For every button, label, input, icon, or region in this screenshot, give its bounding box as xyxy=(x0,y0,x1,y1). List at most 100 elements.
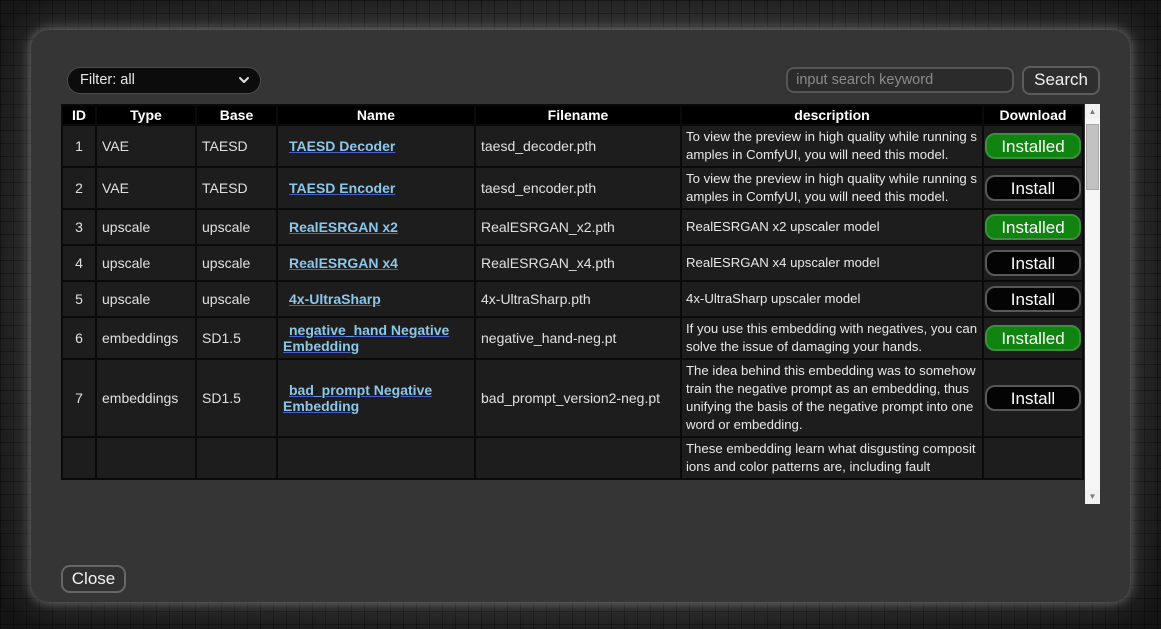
cell-id: 1 xyxy=(63,126,95,166)
table-row: These embedding learn what disgusting co… xyxy=(63,438,1082,478)
model-table-viewport: ID Type Base Name Filename description D… xyxy=(61,104,1085,504)
cell-download: Installed xyxy=(984,318,1082,358)
scrollbar[interactable]: ▲ ▼ xyxy=(1085,104,1100,504)
toolbar: Filter: all Search xyxy=(61,66,1100,94)
cell-download: Installed xyxy=(984,210,1082,244)
cell-id: 5 xyxy=(63,282,95,316)
scrollbar-up-button[interactable]: ▲ xyxy=(1085,104,1100,119)
column-header-base: Base xyxy=(197,106,276,124)
column-header-id: ID xyxy=(63,106,95,124)
cell-filename xyxy=(476,438,680,478)
column-header-type: Type xyxy=(97,106,195,124)
model-name-link[interactable]: RealESRGAN x4 xyxy=(283,255,398,271)
cell-base: upscale xyxy=(197,246,276,280)
cell-filename: 4x-UltraSharp.pth xyxy=(476,282,680,316)
column-header-filename: Filename xyxy=(476,106,680,124)
cell-description: These embedding learn what disgusting co… xyxy=(682,438,982,478)
cell-id: 3 xyxy=(63,210,95,244)
cell-type: upscale xyxy=(97,282,195,316)
model-name-link[interactable]: TAESD Encoder xyxy=(283,180,395,196)
cell-id: 7 xyxy=(63,360,95,436)
close-button[interactable]: Close xyxy=(61,565,126,593)
cell-filename: RealESRGAN_x4.pth xyxy=(476,246,680,280)
table-zone: ID Type Base Name Filename description D… xyxy=(61,104,1100,504)
cell-name: 4x-UltraSharp xyxy=(278,282,474,316)
cell-filename: negative_hand-neg.pt xyxy=(476,318,680,358)
cell-filename: RealESRGAN_x2.pth xyxy=(476,210,680,244)
cell-description: If you use this embedding with negatives… xyxy=(682,318,982,358)
install-button[interactable]: Install xyxy=(985,250,1081,276)
model-manager-dialog: Filter: all Search ID Type Base xyxy=(31,30,1130,602)
cell-name: bad_prompt Negative Embedding xyxy=(278,360,474,436)
column-header-description: description xyxy=(682,106,982,124)
model-name-link[interactable]: RealESRGAN x2 xyxy=(283,219,398,235)
cell-download: Install xyxy=(984,360,1082,436)
table-row: 2 VAE TAESD TAESD Encoder taesd_encoder.… xyxy=(63,168,1082,208)
cell-name: TAESD Encoder xyxy=(278,168,474,208)
table-row: 5 upscale upscale 4x-UltraSharp 4x-Ultra… xyxy=(63,282,1082,316)
cell-base: SD1.5 xyxy=(197,360,276,436)
cell-id: 2 xyxy=(63,168,95,208)
cell-base xyxy=(197,438,276,478)
cell-type: embeddings xyxy=(97,360,195,436)
cell-filename: taesd_decoder.pth xyxy=(476,126,680,166)
table-row: 4 upscale upscale RealESRGAN x4 RealESRG… xyxy=(63,246,1082,280)
cell-id: 4 xyxy=(63,246,95,280)
cell-type: upscale xyxy=(97,210,195,244)
search-button[interactable]: Search xyxy=(1022,66,1100,95)
install-button[interactable]: Install xyxy=(985,385,1081,411)
table-row: 6 embeddings SD1.5 negative_hand Negativ… xyxy=(63,318,1082,358)
cell-type: embeddings xyxy=(97,318,195,358)
chevron-down-icon xyxy=(238,74,250,86)
cell-description: RealESRGAN x2 upscaler model xyxy=(682,210,982,244)
search-input[interactable] xyxy=(786,67,1014,93)
model-table: ID Type Base Name Filename description D… xyxy=(61,104,1084,480)
cell-description: To view the preview in high quality whil… xyxy=(682,168,982,208)
installed-button[interactable]: Installed xyxy=(985,214,1081,240)
cell-type: VAE xyxy=(97,126,195,166)
cell-base: upscale xyxy=(197,282,276,316)
cell-description: To view the preview in high quality whil… xyxy=(682,126,982,166)
scrollbar-down-button[interactable]: ▼ xyxy=(1085,489,1100,504)
cell-name: RealESRGAN x4 xyxy=(278,246,474,280)
cell-base: TAESD xyxy=(197,168,276,208)
cell-description: 4x-UltraSharp upscaler model xyxy=(682,282,982,316)
cell-id: 6 xyxy=(63,318,95,358)
cell-download: Install xyxy=(984,246,1082,280)
cell-download xyxy=(984,438,1082,478)
cell-type xyxy=(97,438,195,478)
cell-description: The idea behind this embedding was to so… xyxy=(682,360,982,436)
cell-download: Installed xyxy=(984,126,1082,166)
cell-base: SD1.5 xyxy=(197,318,276,358)
install-button[interactable]: Install xyxy=(985,286,1081,312)
table-row: 3 upscale upscale RealESRGAN x2 RealESRG… xyxy=(63,210,1082,244)
cell-filename: taesd_encoder.pth xyxy=(476,168,680,208)
installed-button[interactable]: Installed xyxy=(985,133,1081,159)
cell-download: Install xyxy=(984,282,1082,316)
cell-name: negative_hand Negative Embedding xyxy=(278,318,474,358)
model-name-link[interactable]: bad_prompt Negative Embedding xyxy=(283,382,469,414)
cell-description: RealESRGAN x4 upscaler model xyxy=(682,246,982,280)
model-name-link[interactable]: TAESD Decoder xyxy=(283,138,395,154)
cell-type: upscale xyxy=(97,246,195,280)
table-row: 1 VAE TAESD TAESD Decoder taesd_decoder.… xyxy=(63,126,1082,166)
installed-button[interactable]: Installed xyxy=(985,325,1081,351)
column-header-download: Download xyxy=(984,106,1082,124)
cell-filename: bad_prompt_version2-neg.pt xyxy=(476,360,680,436)
scrollbar-thumb[interactable] xyxy=(1086,124,1099,190)
cell-name: RealESRGAN x2 xyxy=(278,210,474,244)
column-header-name: Name xyxy=(278,106,474,124)
cell-name xyxy=(278,438,474,478)
cell-id xyxy=(63,438,95,478)
filter-select[interactable]: Filter: all xyxy=(67,67,261,94)
model-name-link[interactable]: 4x-UltraSharp xyxy=(283,291,381,307)
cell-base: TAESD xyxy=(197,126,276,166)
model-name-link[interactable]: negative_hand Negative Embedding xyxy=(283,322,469,354)
cell-download: Install xyxy=(984,168,1082,208)
cell-name: TAESD Decoder xyxy=(278,126,474,166)
cell-base: upscale xyxy=(197,210,276,244)
cell-type: VAE xyxy=(97,168,195,208)
install-button[interactable]: Install xyxy=(985,175,1081,201)
table-header-row: ID Type Base Name Filename description D… xyxy=(63,106,1082,124)
table-row: 7 embeddings SD1.5 bad_prompt Negative E… xyxy=(63,360,1082,436)
